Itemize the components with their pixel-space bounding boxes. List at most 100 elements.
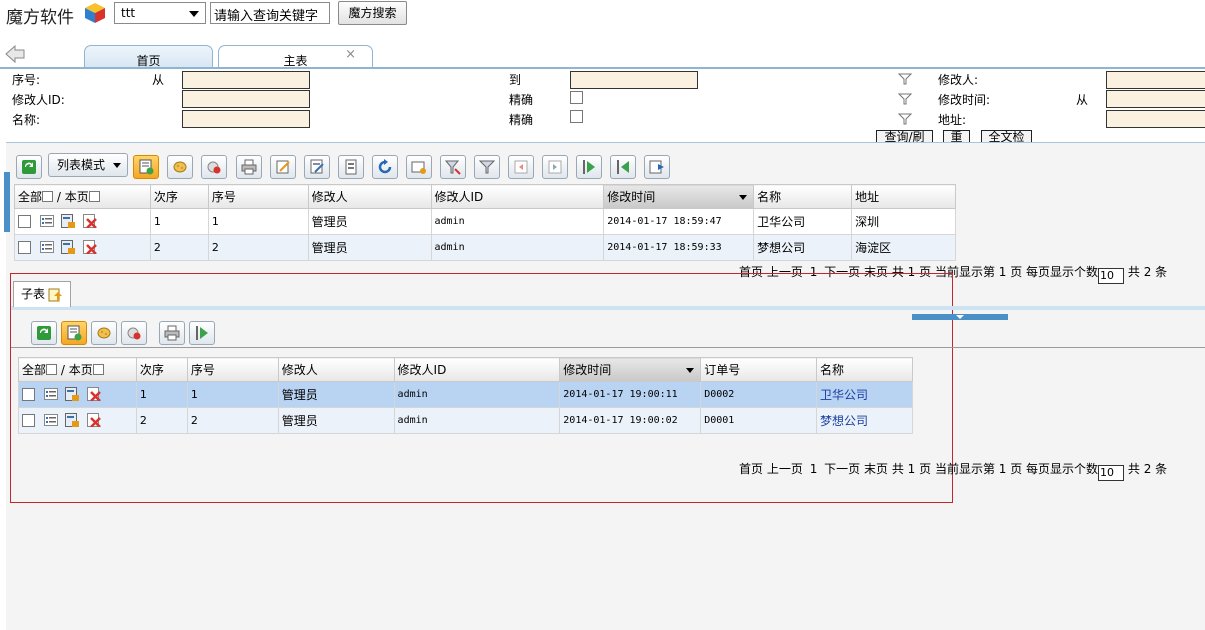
sub-add-button[interactable] bbox=[61, 321, 87, 345]
per-page-input[interactable]: 10 bbox=[1098, 465, 1125, 481]
list-mode-dropdown[interactable]: 列表模式 bbox=[48, 153, 128, 177]
row-checkbox[interactable] bbox=[22, 414, 36, 428]
category-select[interactable]: ttt bbox=[114, 2, 206, 24]
col-order[interactable]: 次序 bbox=[149, 184, 209, 209]
col-modifier-id[interactable]: 修改人ID bbox=[430, 184, 605, 209]
tab-home[interactable]: 首页 bbox=[84, 45, 213, 68]
close-icon[interactable]: × bbox=[345, 40, 356, 70]
back-arrow-icon[interactable] bbox=[4, 44, 26, 64]
col-modifier[interactable]: 修改人 bbox=[277, 357, 395, 382]
export-button[interactable] bbox=[542, 155, 568, 179]
col-name[interactable]: 名称 bbox=[816, 357, 913, 382]
detail-icon[interactable] bbox=[39, 214, 54, 228]
exit-button[interactable] bbox=[644, 155, 670, 179]
search-button[interactable]: 魔方搜索 bbox=[338, 1, 407, 25]
delete-row-icon[interactable] bbox=[86, 413, 101, 428]
col-order[interactable]: 次序 bbox=[135, 357, 188, 382]
table-row[interactable]: 2 2 管理员 admin 2014-01-17 19:00:02 D0001 … bbox=[18, 407, 913, 434]
sub-copy-button[interactable] bbox=[121, 321, 147, 345]
edit-doc-button[interactable] bbox=[270, 155, 296, 179]
col-seq[interactable]: 序号 bbox=[186, 357, 279, 382]
select-page-checkbox[interactable] bbox=[88, 191, 100, 202]
col-modify-time[interactable]: 修改时间 bbox=[559, 357, 702, 382]
edit-row-icon[interactable] bbox=[65, 387, 79, 401]
filter-icon[interactable] bbox=[898, 93, 912, 105]
edit-button[interactable] bbox=[167, 155, 193, 179]
refresh-button[interactable] bbox=[16, 155, 42, 179]
col-modifier-id[interactable]: 修改人ID bbox=[393, 357, 561, 382]
col-name[interactable]: 名称 bbox=[753, 184, 853, 209]
sub-edit-button[interactable] bbox=[91, 321, 117, 345]
col-seq[interactable]: 序号 bbox=[207, 184, 309, 209]
filter-button[interactable] bbox=[474, 155, 500, 179]
sub-refresh-button[interactable] bbox=[31, 321, 57, 345]
copy-button[interactable] bbox=[201, 155, 227, 179]
delete-row-icon[interactable] bbox=[86, 387, 101, 402]
exact-checkbox-1[interactable] bbox=[570, 91, 583, 104]
filter-icon[interactable] bbox=[898, 73, 912, 85]
row-checkbox[interactable] bbox=[18, 215, 32, 229]
add-button[interactable] bbox=[133, 155, 159, 179]
row-actions bbox=[14, 234, 151, 261]
sub-table: 全部 / 本页 次序 序号 修改人 修改人ID 修改时间 订单号 名称 1 1 … bbox=[18, 357, 913, 434]
keyword-input[interactable]: 请输入查询关键字 bbox=[210, 2, 330, 24]
edit-row-icon[interactable] bbox=[61, 240, 75, 254]
per-page-input[interactable]: 10 bbox=[1098, 268, 1125, 284]
name-input[interactable] bbox=[182, 110, 310, 128]
table-row[interactable]: 1 1 管理员 admin 2014-01-17 19:00:11 D0002 … bbox=[18, 381, 913, 408]
filter-icon[interactable] bbox=[898, 113, 912, 125]
edit-row-icon[interactable] bbox=[61, 214, 75, 228]
edit-doc2-button[interactable] bbox=[304, 155, 330, 179]
run-button[interactable] bbox=[576, 155, 602, 179]
col-modifier[interactable]: 修改人 bbox=[307, 184, 432, 209]
address-input[interactable] bbox=[1106, 110, 1205, 128]
col-modify-time[interactable]: 修改时间 bbox=[603, 184, 755, 209]
delete-row-icon[interactable] bbox=[82, 214, 97, 229]
collapse-sub-handle[interactable] bbox=[912, 314, 1008, 320]
sub-run-button[interactable] bbox=[189, 321, 215, 345]
clear-filter-button[interactable] bbox=[440, 155, 466, 179]
reload-button[interactable] bbox=[372, 155, 398, 179]
select-page-checkbox[interactable] bbox=[92, 364, 104, 375]
pager-first[interactable]: 首页 bbox=[739, 462, 763, 476]
exact-checkbox-2[interactable] bbox=[570, 110, 583, 123]
sub-print-button[interactable] bbox=[159, 321, 185, 345]
col-order-no[interactable]: 订单号 bbox=[700, 357, 818, 382]
pager-page[interactable]: 1 bbox=[810, 462, 818, 476]
tab-main-table[interactable]: 主表 × bbox=[218, 45, 373, 68]
row-checkbox[interactable] bbox=[22, 388, 36, 402]
pager-last[interactable]: 末页 bbox=[864, 462, 888, 476]
cell-seq: 1 bbox=[186, 381, 279, 408]
col-address[interactable]: 地址 bbox=[851, 184, 956, 209]
row-checkbox[interactable] bbox=[18, 241, 32, 255]
tab-sub-table[interactable]: 子表 bbox=[13, 281, 71, 307]
reload-icon bbox=[378, 159, 392, 174]
detail-icon[interactable] bbox=[43, 387, 58, 401]
modifier-input[interactable] bbox=[1106, 71, 1205, 89]
select-all-checkbox[interactable] bbox=[46, 364, 58, 375]
table-row[interactable]: 1 1 管理员 admin 2014-01-17 18:59:47 卫华公司 深… bbox=[14, 208, 956, 235]
row-actions bbox=[18, 407, 137, 434]
sidebar-toggle[interactable] bbox=[4, 172, 10, 232]
back-button[interactable] bbox=[610, 155, 636, 179]
cell-name-link[interactable]: 卫华公司 bbox=[816, 381, 913, 408]
window-button[interactable] bbox=[406, 155, 432, 179]
add-record-icon bbox=[67, 325, 82, 341]
seq-to-input[interactable] bbox=[570, 71, 698, 89]
edit-row-icon[interactable] bbox=[65, 413, 79, 427]
pager-next[interactable]: 下一页 bbox=[824, 462, 860, 476]
delete-row-icon[interactable] bbox=[82, 240, 97, 255]
table-row[interactable]: 2 2 管理员 admin 2014-01-17 18:59:33 梦想公司 海… bbox=[14, 234, 956, 261]
select-all-checkbox[interactable] bbox=[42, 191, 54, 202]
modify-time-from-input[interactable] bbox=[1106, 90, 1205, 108]
cell-order: 2 bbox=[149, 234, 209, 261]
detail-icon[interactable] bbox=[39, 240, 54, 254]
cell-name-link[interactable]: 梦想公司 bbox=[816, 407, 913, 434]
pager-prev[interactable]: 上一页 bbox=[767, 462, 803, 476]
seq-from-input[interactable] bbox=[182, 71, 310, 89]
document-button[interactable] bbox=[338, 155, 364, 179]
modifier-id-input[interactable] bbox=[182, 90, 310, 108]
import-button[interactable] bbox=[508, 155, 534, 179]
print-button[interactable] bbox=[236, 155, 262, 179]
detail-icon[interactable] bbox=[43, 413, 58, 427]
